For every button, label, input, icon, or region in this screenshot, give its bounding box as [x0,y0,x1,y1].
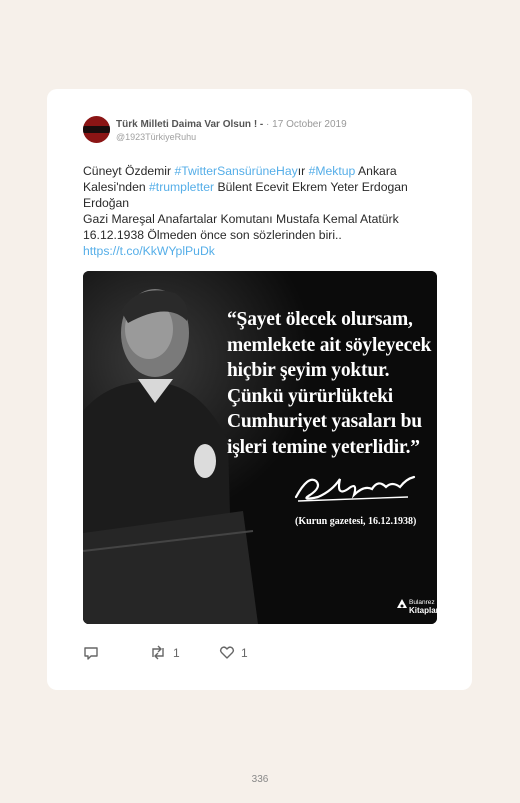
retweet-button[interactable]: 1 [149,645,180,660]
text-line: Gazi Mareşal Anafartalar Komutanı Mustaf… [83,212,399,242]
publisher-logo: Bulanrez Kitaplar [409,599,437,615]
avatar-band [83,126,110,133]
retweet-icon [152,645,164,660]
like-count: 1 [241,645,248,660]
quote-source: (Kurun gazetesi, 16.12.1938) [295,516,417,527]
tweet-card: Türk Milleti Daima Var Olsun ! - · 17 Oc… [47,89,472,690]
retweet-count: 1 [173,645,180,660]
text-part: Cüneyt Özdemir [83,164,175,178]
hashtag-link[interactable]: #Mektup [309,164,356,178]
user-handle[interactable]: @1923TürkiyeRuhu [116,132,196,142]
header-separator: · [266,119,270,130]
tweet-header: Türk Milleti Daima Var Olsun ! - · 17 Oc… [116,119,347,130]
tweet-actions: 1 1 [83,645,443,663]
atatürk-signature [294,475,416,502]
tweet-link[interactable]: https://t.co/KkWYplPuDk [83,244,215,258]
page-number: 336 [251,774,269,785]
display-name[interactable]: Türk Milleti Daima Var Olsun ! - [116,119,263,130]
reply-icon [84,647,98,660]
avatar[interactable] [83,116,110,143]
tweet-date[interactable]: 17 October 2019 [272,119,347,130]
tweet-text: Cüneyt Özdemir #TwitterSansürüneHayır #M… [83,163,443,259]
publisher-logo-icon [397,599,407,608]
reply-button[interactable] [83,645,99,660]
heart-icon [219,646,235,659]
publisher-logo-line2: Kitaplar [409,606,437,615]
text-part: ır [297,164,309,178]
tweet-image[interactable]: “Şayet ölecek olursam, memlekete ait söy… [83,271,437,624]
hashtag-link[interactable]: #trumpletter [149,180,214,194]
hashtag-link[interactable]: #TwitterSansürüneHay [174,164,297,178]
like-button[interactable]: 1 [219,645,248,660]
quote-text: “Şayet ölecek olursam, memlekete ait söy… [227,309,432,458]
